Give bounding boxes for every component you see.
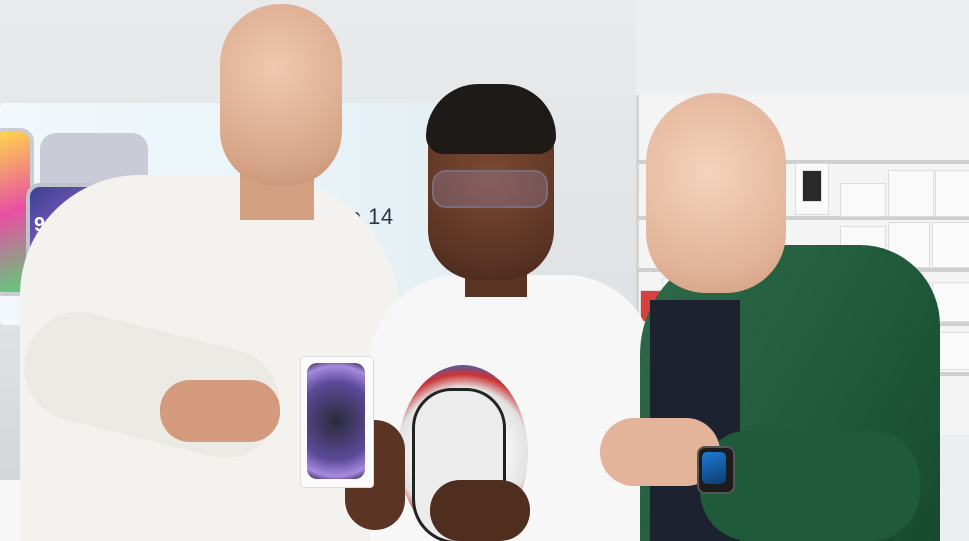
person-center-hair xyxy=(426,84,556,154)
photo-scene: 9:41 ne 14 xyxy=(0,0,969,541)
product-box xyxy=(888,170,934,217)
product-box xyxy=(932,222,969,268)
smartwatch-face xyxy=(702,452,726,484)
eyeglasses xyxy=(432,170,548,208)
person-right-head xyxy=(646,93,786,293)
person-left-head xyxy=(220,4,342,186)
person-left-hand xyxy=(160,380,280,442)
product-box xyxy=(935,170,969,217)
product-box xyxy=(802,170,822,202)
product-box xyxy=(840,183,886,217)
person-center-hand xyxy=(430,480,530,541)
iphone-box-image xyxy=(307,363,365,479)
